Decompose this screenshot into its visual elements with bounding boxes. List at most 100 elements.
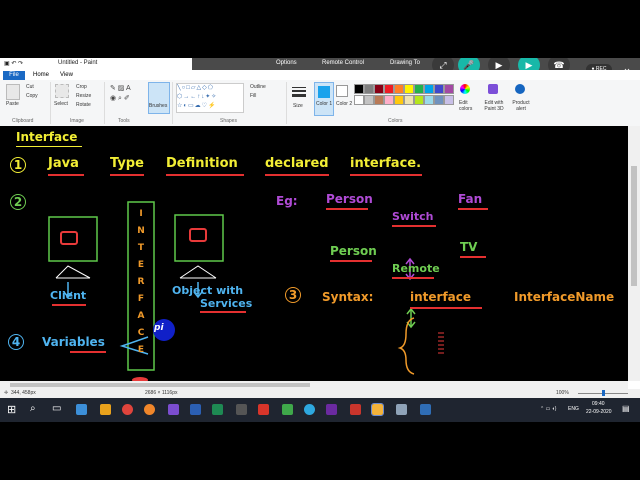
system-tray-icons[interactable]: ⌃ ▭ ◖) — [540, 406, 556, 412]
client-label: Client — [50, 289, 87, 302]
tab-file[interactable]: File — [3, 71, 25, 80]
palette-swatch[interactable] — [424, 84, 434, 94]
palette-swatch[interactable] — [394, 95, 404, 105]
firefox-icon[interactable] — [144, 404, 155, 415]
quick-access-icons[interactable]: ▣ ↶ ↷ — [4, 60, 23, 67]
underline — [410, 307, 482, 309]
video-app-icon[interactable] — [258, 404, 269, 415]
underline — [392, 225, 436, 227]
file-explorer-icon[interactable] — [100, 404, 111, 415]
palette-swatch[interactable] — [374, 95, 384, 105]
resize-button[interactable]: Resize — [76, 93, 91, 99]
interface-letter: A — [137, 311, 145, 321]
brushes-button[interactable] — [148, 82, 170, 114]
palette-swatch[interactable] — [394, 84, 404, 94]
product-alert-button[interactable]: Product alert — [511, 100, 531, 112]
fill-button[interactable]: Fill — [250, 93, 256, 99]
info-icon[interactable] — [515, 84, 525, 94]
tab-view[interactable]: View — [60, 72, 73, 78]
syntax-label: Syntax: — [322, 290, 374, 304]
palette-swatch[interactable] — [414, 84, 424, 94]
underline — [392, 277, 434, 279]
palette-swatch[interactable] — [364, 84, 374, 94]
shapes-gallery[interactable]: ╲○□▱△◇⬠ ⬡→←↑↓✦✧ ☆◐▭☁♡⚡ — [176, 83, 244, 113]
palette-swatch[interactable] — [364, 95, 374, 105]
cut-button[interactable]: Cut — [26, 84, 34, 90]
rotate-button[interactable]: Rotate — [76, 102, 91, 108]
remote-desktop-icon[interactable] — [396, 404, 407, 415]
interface-letter: C — [137, 328, 145, 338]
tool-app-icon[interactable] — [350, 404, 361, 415]
vertical-scrollbar[interactable] — [628, 126, 640, 381]
windows-start-icon[interactable]: ⊞ — [7, 403, 16, 416]
zoom-slider-thumb[interactable] — [602, 390, 605, 396]
color-palette[interactable] — [354, 84, 458, 106]
tab-home[interactable]: Home — [33, 72, 49, 78]
palette-swatch[interactable] — [404, 84, 414, 94]
app-icon[interactable] — [420, 404, 431, 415]
horizontal-scrollbar[interactable] — [0, 381, 628, 389]
palette-swatch[interactable] — [384, 84, 394, 94]
palette-swatch[interactable] — [434, 84, 444, 94]
interface-letter: F — [137, 294, 145, 304]
media-app-icon[interactable] — [326, 404, 337, 415]
palette-swatch[interactable] — [434, 95, 444, 105]
edit-colors-button[interactable]: Edit colors — [459, 100, 475, 112]
palette-swatch[interactable] — [414, 95, 424, 105]
select-button[interactable]: Select — [54, 101, 68, 107]
object-with-label: Object with — [172, 284, 244, 297]
crop-button[interactable]: Crop — [76, 84, 87, 90]
palette-swatch[interactable] — [424, 95, 434, 105]
visual-studio-icon[interactable] — [168, 404, 179, 415]
paste-icon[interactable] — [6, 84, 20, 100]
size-icon[interactable] — [292, 85, 306, 99]
notifications-icon[interactable]: ▤ — [622, 404, 630, 413]
edit-colors-icon[interactable] — [460, 84, 470, 94]
palette-swatch[interactable] — [384, 95, 394, 105]
clock-time[interactable]: 09:40 — [592, 401, 605, 407]
palette-swatch[interactable] — [354, 84, 364, 94]
color1-button[interactable] — [314, 82, 334, 116]
copy-button[interactable]: Copy — [26, 93, 38, 99]
remote-control-menu[interactable]: Remote Control — [322, 60, 364, 66]
ribbon-tabs — [0, 70, 640, 80]
palette-swatch[interactable] — [404, 95, 414, 105]
item-number-4: 4 — [8, 334, 24, 350]
task-view-icon[interactable]: ▭ — [52, 403, 61, 414]
terminal-icon[interactable] — [236, 404, 247, 415]
size-button[interactable]: Size — [293, 103, 303, 109]
drawing-tools-menu[interactable]: Drawing To — [390, 60, 420, 66]
clock-date[interactable]: 22-09-2020 — [586, 409, 612, 415]
edge-icon[interactable] — [76, 404, 87, 415]
language-indicator[interactable]: ENG — [568, 406, 579, 412]
select-icon[interactable] — [55, 84, 69, 98]
drawing-canvas[interactable]: Interface 1 Java Type Definition declare… — [0, 126, 628, 381]
paint3d-icon[interactable] — [488, 84, 498, 94]
excel-icon[interactable] — [212, 404, 223, 415]
color1-swatch — [318, 86, 330, 98]
edit-paint3d-button[interactable]: Edit with Paint 3D — [481, 100, 507, 112]
color2-swatch[interactable] — [336, 85, 348, 97]
group-clipboard: Clipboard — [12, 118, 34, 124]
notes-app-icon[interactable] — [282, 404, 293, 415]
palette-swatch[interactable] — [444, 84, 454, 94]
interface-letter: R — [137, 277, 145, 287]
underline — [460, 256, 486, 258]
chrome-icon[interactable] — [122, 404, 133, 415]
palette-swatch[interactable] — [374, 84, 384, 94]
search-icon[interactable]: ⌕ — [30, 403, 36, 414]
options-menu[interactable]: Options — [276, 60, 297, 66]
pencil-icon[interactable]: ✎ ▨ A — [110, 84, 131, 92]
image-size: 2686 × 1116px — [145, 390, 178, 396]
chat-app-icon[interactable] — [304, 404, 315, 415]
palette-swatch[interactable] — [354, 95, 364, 105]
outline-button[interactable]: Outline — [250, 84, 266, 90]
item-number-3: 3 — [285, 287, 301, 303]
palette-swatch[interactable] — [444, 95, 454, 105]
word-icon[interactable] — [190, 404, 201, 415]
fill-bucket-icon[interactable]: ◉ ⌕ ✐ — [110, 94, 130, 103]
paste-button[interactable]: Paste — [6, 101, 19, 107]
client-stand — [55, 265, 91, 279]
cursor-icon: ✛ — [4, 390, 9, 396]
paint-taskbar-icon[interactable] — [371, 403, 384, 416]
